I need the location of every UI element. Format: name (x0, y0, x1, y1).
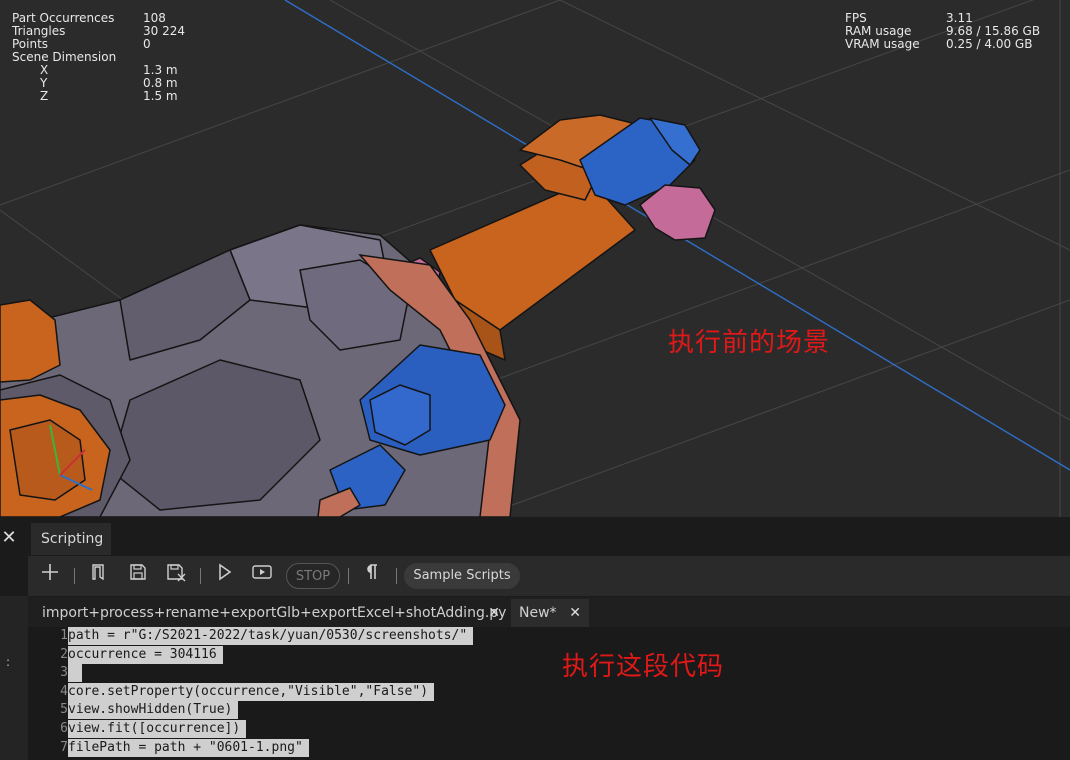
3d-viewport[interactable]: Part Occurrences 108 Triangles 30 224 Points… (0, 0, 1070, 517)
gutter-handle[interactable]: : (6, 655, 10, 669)
annotation-run-code: 执行这段代码 (562, 652, 725, 682)
stat-row: VRAM usage 0.25 / 4.00 GB (845, 38, 1065, 51)
line-number: 5 (60, 702, 68, 718)
code-line[interactable]: 2occurrence = 304116 (28, 645, 223, 664)
code-text[interactable] (68, 664, 82, 683)
open-script-icon[interactable] (84, 562, 112, 590)
close-tab-icon[interactable]: ✕ (488, 599, 500, 627)
stop-button[interactable]: STOP (286, 563, 340, 589)
new-script-icon[interactable] (36, 562, 64, 590)
code-line[interactable]: 1path = r"G:/S2021-2022/task/yuan/0530/s… (28, 627, 474, 645)
code-text[interactable]: filePath = path + "0601-1.png" (68, 738, 309, 757)
stat-value: 0.25 / 4.00 GB (946, 37, 1033, 51)
code-line[interactable]: 3 (28, 664, 82, 683)
line-number: 6 (60, 721, 68, 736)
tab-scripting[interactable]: Scripting (31, 523, 111, 555)
close-panel-icon[interactable]: ✕ (0, 523, 18, 553)
code-text[interactable]: core.setProperty(occurrence,"Visible","F… (68, 682, 435, 701)
save-as-icon[interactable] (162, 562, 190, 590)
code-line[interactable]: 6view.fit([occurrence]) (28, 720, 247, 738)
code-text[interactable]: view.showHidden(True) (68, 701, 239, 720)
line-number: 1 (60, 628, 68, 643)
stat-key: VRAM usage (845, 37, 920, 51)
run-icon[interactable] (210, 562, 238, 590)
file-tab-label: New* (519, 605, 557, 621)
save-icon[interactable] (124, 562, 152, 590)
left-gutter-strip (0, 596, 28, 760)
sample-scripts-button[interactable]: Sample Scripts (404, 563, 520, 589)
close-tab-icon[interactable]: ✕ (569, 599, 581, 627)
annotation-scene-before: 执行前的场景 (668, 328, 831, 358)
stat-key: Z (40, 89, 49, 103)
file-tab-new[interactable]: New* ✕ (511, 599, 589, 627)
code-text[interactable]: view.fit([occurrence]) (68, 720, 247, 738)
stat-value: 1.5 m (143, 89, 178, 103)
code-line[interactable]: 5view.showHidden(True) (28, 701, 239, 720)
scene-stats-right: FPS 3.11 RAM usage 9.68 / 15.86 GB VRAM usag… (845, 12, 1065, 51)
stat-key: Scene Dimension (12, 50, 117, 64)
line-number: 2 (60, 646, 68, 662)
pilcrow-icon[interactable] (358, 562, 386, 590)
code-text[interactable]: occurrence = 304116 (68, 645, 223, 664)
code-line[interactable]: 7filePath = path + "0601-1.png" (28, 738, 309, 757)
line-number: 3 (60, 665, 68, 681)
code-text[interactable]: path = r"G:/S2021-2022/task/yuan/0530/sc… (68, 627, 474, 645)
line-number: 7 (60, 739, 68, 755)
code-line[interactable]: 4core.setProperty(occurrence,"Visible","… (28, 682, 435, 701)
scene-stats-left: Part Occurrences 108 Triangles 30 224 Points… (12, 12, 212, 103)
file-tab-label: import+process+rename+exportGlb+exportEx… (42, 605, 507, 621)
line-number: 4 (60, 683, 68, 699)
run-selection-icon[interactable] (248, 562, 276, 590)
file-tab-script[interactable]: import+process+rename+exportGlb+exportEx… (34, 599, 508, 627)
stat-row: Z 1.5 m (12, 90, 212, 103)
stat-value: 0 (143, 37, 151, 51)
